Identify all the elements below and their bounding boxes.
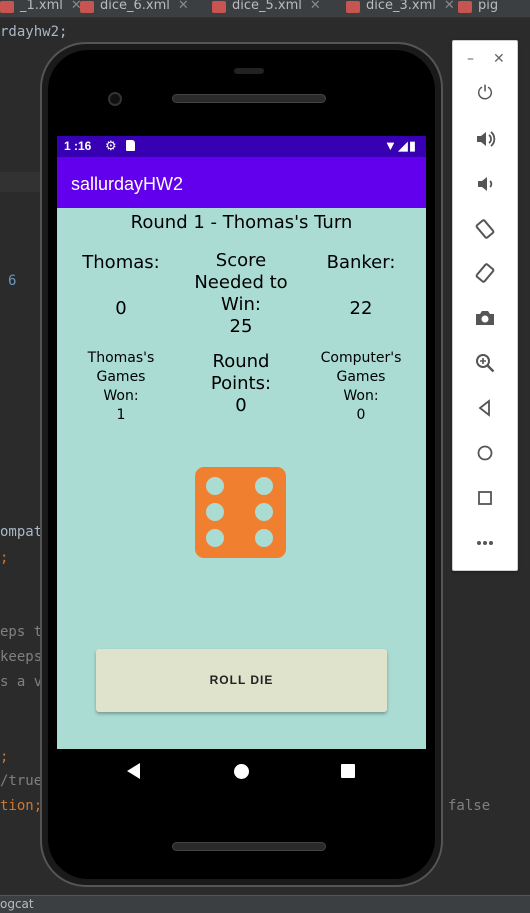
minimize-icon[interactable]: – (467, 51, 474, 67)
ide-tab[interactable]: _1.xml ✕ (0, 0, 82, 18)
speaker-grille-bottom (172, 842, 326, 851)
volume-up-icon[interactable] (471, 125, 499, 153)
ide-tab-bar: _1.xml ✕ dice_6.xml ✕ dice_5.xml ✕ dice_3.x… (0, 0, 530, 18)
code-line[interactable]: rdayhw2; (0, 24, 67, 40)
target-score-value: 25 (229, 316, 253, 337)
gear-icon: ⚙ (105, 138, 117, 153)
round-title: Round 1 - Thomas's Turn (130, 212, 353, 233)
status-time: 1 :16 (64, 139, 92, 153)
device-screen: 1 :16 ⚙ ▼◢▮ sallurdayHW2 Round 1 - Thoma… (57, 136, 426, 795)
banker-games-won-label: Computer's Games Won: 0 (308, 349, 414, 425)
home-icon[interactable] (471, 439, 499, 467)
code-line[interactable]: ; (0, 749, 8, 765)
round-points-value: 0 (235, 395, 247, 416)
ide-tab[interactable]: dice_5.xml ✕ (212, 0, 321, 18)
overview-icon[interactable] (471, 484, 499, 512)
code-line[interactable]: ; (0, 550, 8, 566)
more-icon[interactable] (471, 529, 499, 557)
die-pip (255, 529, 273, 547)
camera-icon[interactable] (471, 304, 499, 332)
front-camera (108, 92, 122, 106)
rotate-right-icon[interactable] (471, 259, 499, 287)
player-games-won: 1 (116, 407, 126, 423)
android-nav-bar (57, 749, 426, 795)
status-bar: 1 :16 ⚙ ▼◢▮ (57, 136, 426, 157)
code-line[interactable]: false (448, 798, 490, 814)
roll-die-button[interactable]: ROLL DIE (96, 649, 387, 712)
speaker-grille (172, 94, 326, 103)
app-title: sallurdayHW2 (71, 174, 184, 194)
close-icon[interactable]: ✕ (310, 0, 321, 13)
logcat-tab[interactable]: ogcat (0, 897, 34, 911)
die-pip (206, 529, 224, 547)
player-name-label: Thomas: (82, 252, 160, 273)
signal-battery-icons: ▼◢▮ (383, 138, 417, 153)
app-bar: sallurdayHW2 (57, 157, 426, 208)
rotate-left-icon[interactable] (471, 215, 499, 243)
code-line[interactable]: s a v (0, 674, 42, 690)
die-pip (255, 503, 273, 521)
die-pip (206, 477, 224, 495)
player-score: 0 (115, 298, 127, 319)
player-games-won-label: Thomas's Games Won: 1 (67, 349, 175, 425)
xml-file-icon (458, 1, 472, 13)
nav-recents-icon[interactable] (341, 764, 355, 778)
sd-card-icon (126, 140, 135, 151)
sensor (234, 68, 264, 74)
nav-back-icon[interactable] (127, 763, 140, 779)
die-pip (206, 503, 224, 521)
code-line[interactable]: tion; (0, 798, 42, 814)
close-icon[interactable]: ✕ (178, 0, 189, 13)
xml-file-icon (212, 1, 226, 13)
close-icon[interactable]: ✕ (444, 0, 455, 13)
volume-down-icon[interactable] (471, 170, 499, 198)
xml-file-icon (346, 1, 360, 13)
target-score-label: Score Needed to Win: 25 (181, 250, 301, 338)
code-line[interactable]: 6 (8, 273, 16, 289)
xml-file-icon (80, 1, 94, 13)
nav-home-icon[interactable] (234, 764, 249, 779)
power-icon[interactable]: ⏻ (471, 79, 499, 107)
code-line[interactable]: eps t (0, 624, 42, 640)
banker-score: 22 (349, 298, 373, 319)
xml-file-icon (0, 1, 14, 13)
ide-tab[interactable]: dice_6.xml ✕ (80, 0, 189, 18)
code-line[interactable]: /true (0, 773, 42, 789)
back-icon[interactable] (471, 394, 499, 422)
die-pip (255, 477, 273, 495)
ide-tab[interactable]: dice_3.xml ✕ (346, 0, 455, 18)
ide-status-bar: ogcat (0, 895, 530, 913)
ide-tab[interactable]: pig (458, 0, 498, 18)
emulator-toolbar: – ✕ ⏻ (452, 40, 518, 571)
zoom-icon[interactable] (471, 349, 499, 377)
code-line[interactable]: keeps (0, 649, 42, 665)
code-line[interactable]: ompat (0, 524, 42, 540)
banker-name-label: Banker: (326, 252, 396, 273)
round-points-label: Round Points: 0 (181, 351, 301, 417)
banker-games-won: 0 (356, 407, 366, 423)
close-icon[interactable]: ✕ (493, 51, 505, 67)
die-six-face (195, 467, 286, 558)
